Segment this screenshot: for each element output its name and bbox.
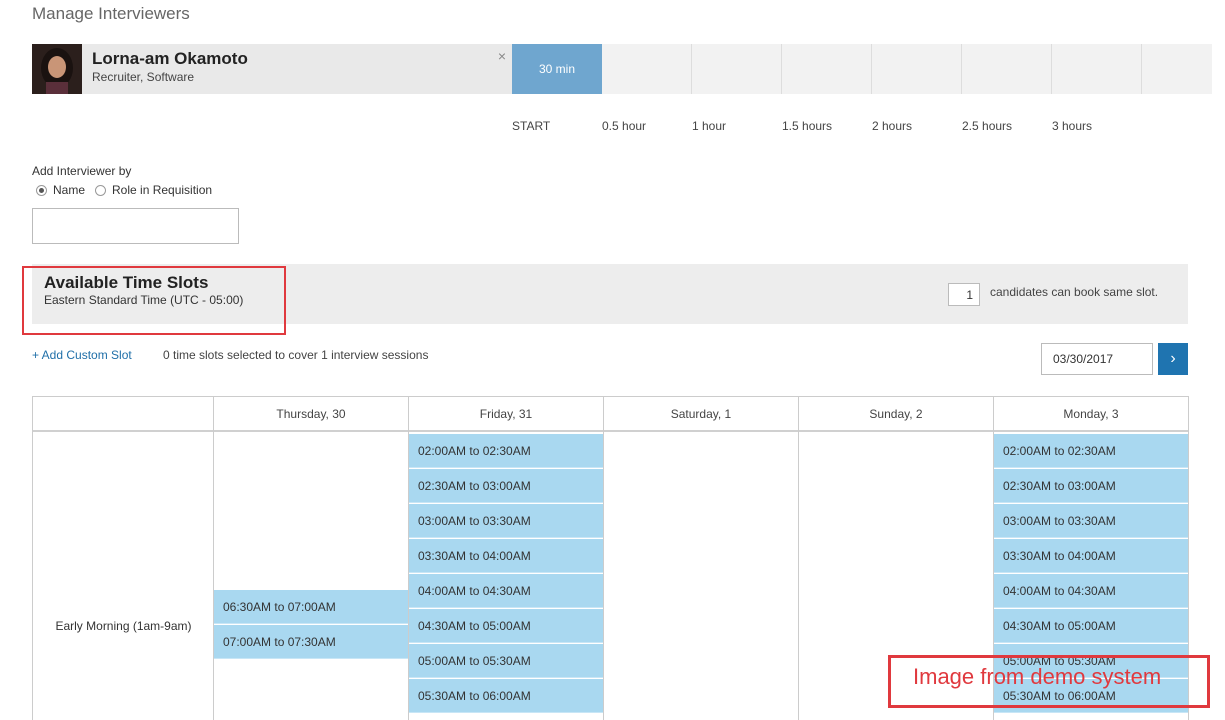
column-header-sunday: Sunday, 2	[799, 397, 994, 432]
time-slot[interactable]: 04:00AM to 04:30AM	[994, 574, 1188, 608]
column-divider	[798, 432, 799, 720]
column-header-monday: Monday, 3	[994, 397, 1189, 432]
timeline-cell[interactable]	[962, 44, 1052, 94]
candidates-per-slot-label: candidates can book same slot.	[990, 285, 1159, 299]
time-slot[interactable]: 02:30AM to 03:00AM	[409, 469, 603, 503]
timeline-cell[interactable]	[692, 44, 782, 94]
timeline-cell[interactable]	[1052, 44, 1142, 94]
time-slot[interactable]: 03:00AM to 03:30AM	[994, 504, 1188, 538]
column-divider	[603, 432, 604, 720]
column-header-saturday: Saturday, 1	[604, 397, 799, 432]
time-slot[interactable]: 03:30AM to 04:00AM	[994, 539, 1188, 573]
timeline-label: 3 hours	[1052, 119, 1093, 133]
name-radio[interactable]	[36, 184, 47, 196]
page-title: Manage Interviewers	[32, 4, 190, 23]
next-week-button[interactable]: ›	[1158, 343, 1188, 375]
time-slot[interactable]: 04:30AM to 05:00AM	[409, 609, 603, 643]
interviewer-card: Lorna-am Okamoto Recruiter, Software ×	[32, 44, 512, 94]
time-slot[interactable]: 02:00AM to 02:30AM	[409, 434, 603, 468]
name-radio-label: Name	[53, 183, 86, 197]
candidates-per-slot-input[interactable]: 1	[948, 283, 980, 306]
time-slot[interactable]: 04:30AM to 05:00AM	[994, 609, 1188, 643]
annotation-highlight-box	[22, 266, 286, 335]
column-divider	[213, 432, 214, 720]
demo-watermark-text: Image from demo system	[913, 664, 1162, 689]
interviewer-name: Lorna-am Okamoto	[92, 49, 248, 68]
timeline-cell[interactable]	[1142, 44, 1225, 94]
column-header-friday: Friday, 31	[409, 397, 604, 432]
calendar-corner	[33, 397, 214, 432]
duration-timeline: 30 min	[512, 44, 1212, 94]
timeline-cell[interactable]	[782, 44, 872, 94]
timeline-label: 1 hour	[692, 119, 727, 133]
add-custom-slot-link[interactable]: + Add Custom Slot	[32, 348, 132, 362]
interviewer-name-input[interactable]	[32, 208, 239, 244]
time-slot[interactable]: 05:30AM to 06:00AM	[409, 679, 603, 713]
date-input[interactable]: 03/30/2017	[1041, 343, 1153, 375]
selected-slots-info: 0 time slots selected to cover 1 intervi…	[163, 348, 429, 362]
time-slot[interactable]: 06:30AM to 07:00AM	[214, 590, 408, 624]
add-interviewer-label: Add Interviewer by	[32, 164, 132, 178]
time-slot[interactable]: 04:00AM to 04:30AM	[409, 574, 603, 608]
time-slot[interactable]: 02:30AM to 03:00AM	[994, 469, 1188, 503]
time-slot[interactable]: 03:30AM to 04:00AM	[409, 539, 603, 573]
chevron-right-icon: ›	[1170, 350, 1176, 367]
add-by-radio-group: Name Role in Requisition	[36, 183, 222, 197]
remove-interviewer-close-icon[interactable]: ×	[498, 48, 506, 64]
calendar-header: Thursday, 30 Friday, 31 Saturday, 1 Sund…	[33, 397, 1189, 432]
column-header-thursday: Thursday, 30	[214, 397, 409, 432]
timeline-block[interactable]: 30 min	[512, 44, 602, 94]
avatar	[32, 44, 82, 94]
time-slot[interactable]: 05:00AM to 05:30AM	[409, 644, 603, 678]
timeline-label: 0.5 hour	[602, 119, 647, 133]
time-slot[interactable]: 02:00AM to 02:30AM	[994, 434, 1188, 468]
time-slot[interactable]: 03:00AM to 03:30AM	[409, 504, 603, 538]
timeline-label: START	[512, 119, 551, 133]
role-radio[interactable]	[95, 184, 107, 196]
time-slot[interactable]: 07:00AM to 07:30AM	[214, 625, 408, 659]
timeline-label: 1.5 hours	[782, 119, 833, 133]
timeline-cell[interactable]	[872, 44, 962, 94]
timeline-label: 2.5 hours	[962, 119, 1013, 133]
role-radio-label: Role in Requisition	[112, 183, 213, 197]
interviewer-role: Recruiter, Software	[92, 70, 195, 84]
timeline-label: 2 hours	[872, 119, 913, 133]
row-label-early-morning: Early Morning (1am-9am)	[55, 619, 192, 633]
timeline-cell[interactable]	[602, 44, 692, 94]
